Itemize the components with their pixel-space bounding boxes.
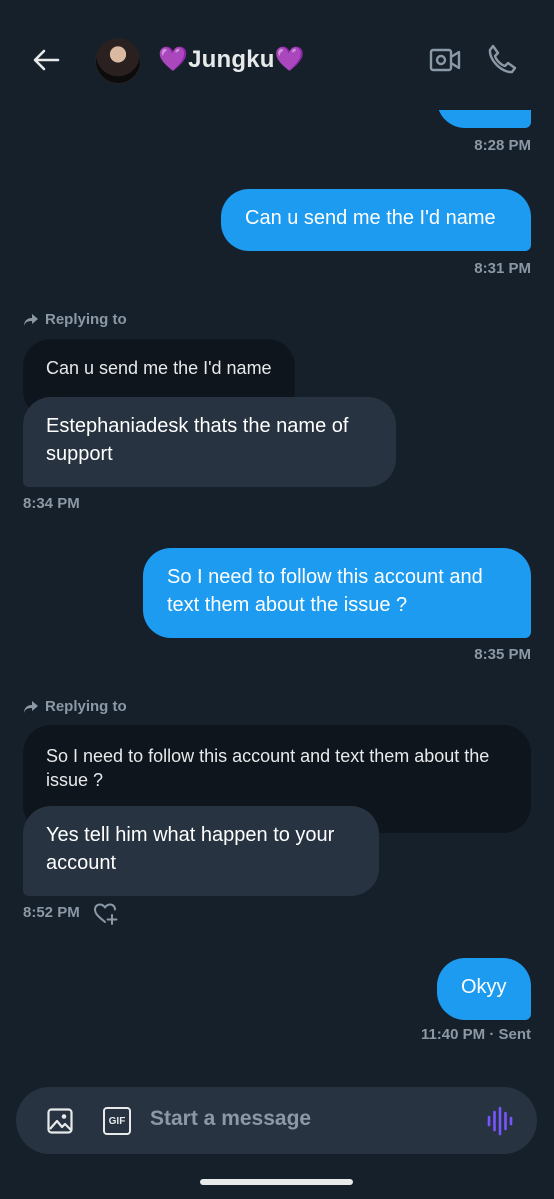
message-bubble-incoming[interactable]: Yes tell him what happen to your account [23,806,379,896]
video-call-button[interactable] [428,43,464,79]
message-timestamp: 8:31 PM [474,260,531,277]
message-timestamp: 8:52 PM [23,904,80,921]
message-input[interactable]: Start a message [150,1107,311,1131]
gif-button[interactable]: GIF [103,1107,131,1135]
arrow-left-icon [33,49,60,71]
message-bubble-outgoing[interactable]: Okyy [437,958,531,1020]
conversation-header: 💜Jungku💜 [0,0,554,110]
image-icon[interactable] [46,1107,74,1135]
reply-arrow-icon [24,313,38,326]
message-timestamp: 8:35 PM [474,646,531,663]
message-timestamp: 8:34 PM [23,495,80,512]
message-bubble-outgoing[interactable]: So I need to follow this account and tex… [143,548,531,638]
message-bubble-outgoing[interactable]: Can u send me the I'd name [221,189,531,251]
add-reaction-icon[interactable] [93,902,119,926]
voice-wave-icon[interactable] [486,1105,514,1137]
replying-to-text: Replying to [45,698,127,715]
audio-call-button[interactable] [485,42,521,78]
replying-to-label: Replying to [23,311,127,328]
video-camera-icon [429,48,461,72]
contact-name[interactable]: 💜Jungku💜 [158,45,305,74]
message-bubble-incoming[interactable]: Estephaniadesk thats the name of support [23,397,396,487]
home-indicator[interactable] [200,1179,353,1185]
avatar[interactable] [95,38,141,84]
gif-label: GIF [108,1115,126,1127]
message-status: 11:40 PM · Sent [420,1026,531,1043]
reply-arrow-icon [24,700,38,713]
message-timestamp: 8:28 PM [474,137,531,154]
phone-icon [488,44,517,74]
message-composer: GIF Start a message [16,1087,537,1154]
replying-to-text: Replying to [45,311,127,328]
replying-to-label: Replying to [23,698,127,715]
back-button[interactable] [26,40,66,80]
